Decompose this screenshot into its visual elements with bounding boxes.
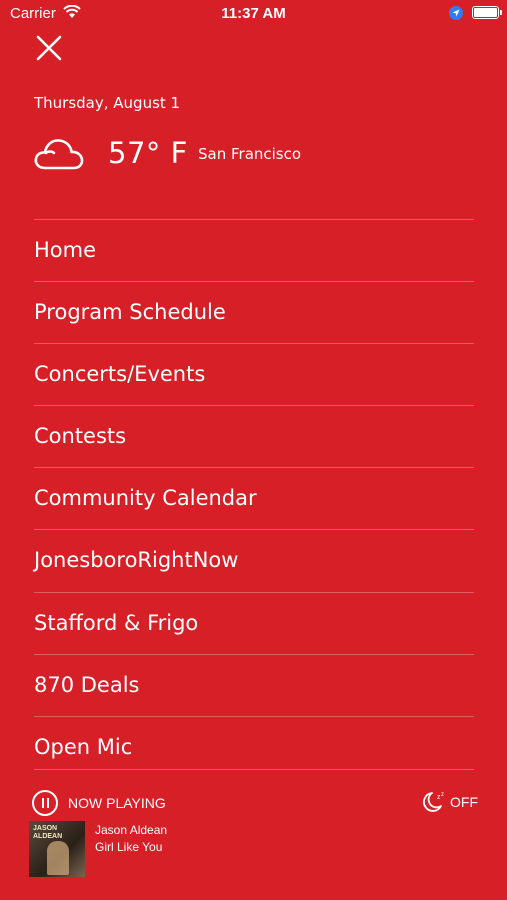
- menu-item-contests[interactable]: Contests: [34, 405, 474, 466]
- temperature: 57° F: [108, 136, 188, 170]
- city-label: San Francisco: [198, 145, 302, 163]
- menu-item-concerts-events[interactable]: Concerts/Events: [34, 343, 474, 404]
- menu-item-open-mic[interactable]: Open Mic: [34, 715, 474, 777]
- menu-item-label: Concerts/Events: [34, 362, 206, 387]
- album-art: JASON ALDEAN: [29, 821, 85, 877]
- svg-text:z: z: [441, 792, 444, 798]
- date-label: Thursday, August 1: [34, 94, 181, 112]
- menu-item-program-schedule[interactable]: Program Schedule: [34, 281, 474, 342]
- artist-name: Jason Aldean: [95, 823, 168, 837]
- nav-menu: Home Program Schedule Concerts/Events Co…: [34, 219, 474, 778]
- menu-item-label: Open Mic: [34, 734, 133, 759]
- menu-item-label: Community Calendar: [34, 486, 257, 511]
- clock: 11:37 AM: [221, 5, 286, 22]
- menu-item-stafford-frigo[interactable]: Stafford & Frigo: [34, 591, 474, 653]
- close-icon[interactable]: [35, 34, 63, 62]
- menu-item-label: Stafford & Frigo: [34, 610, 199, 635]
- now-playing-label: NOW PLAYING: [68, 795, 166, 811]
- status-bar: Carrier 11:37 AM: [0, 0, 507, 28]
- menu-item-label: Program Schedule: [34, 300, 226, 325]
- album-art-text: JASON ALDEAN: [33, 825, 63, 840]
- menu-item-label: JonesboroRightNow: [34, 548, 239, 573]
- battery-icon: [472, 6, 502, 19]
- sleep-timer-button[interactable]: z z OFF: [422, 790, 478, 814]
- menu-item-label: 870 Deals: [34, 672, 140, 697]
- song-title: Girl Like You: [95, 840, 163, 854]
- menu-item-870-deals[interactable]: 870 Deals: [34, 653, 474, 715]
- cloud-icon: [34, 139, 84, 170]
- now-playing-bar: NOW PLAYING z z OFF JASON ALDEAN Jason A…: [0, 778, 507, 900]
- menu-item-community-calendar[interactable]: Community Calendar: [34, 467, 474, 528]
- menu-item-label: Contests: [34, 424, 127, 449]
- menu-item-jonesbororightnow[interactable]: JonesboroRightNow: [34, 529, 474, 590]
- menu-item-label: Home: [34, 238, 97, 262]
- sleep-timer-label: OFF: [450, 794, 478, 810]
- menu-item-home[interactable]: Home: [34, 219, 474, 280]
- pause-button[interactable]: [32, 790, 58, 816]
- location-arrow-icon: [449, 6, 463, 20]
- sleep-timer-icon: z z: [423, 792, 444, 812]
